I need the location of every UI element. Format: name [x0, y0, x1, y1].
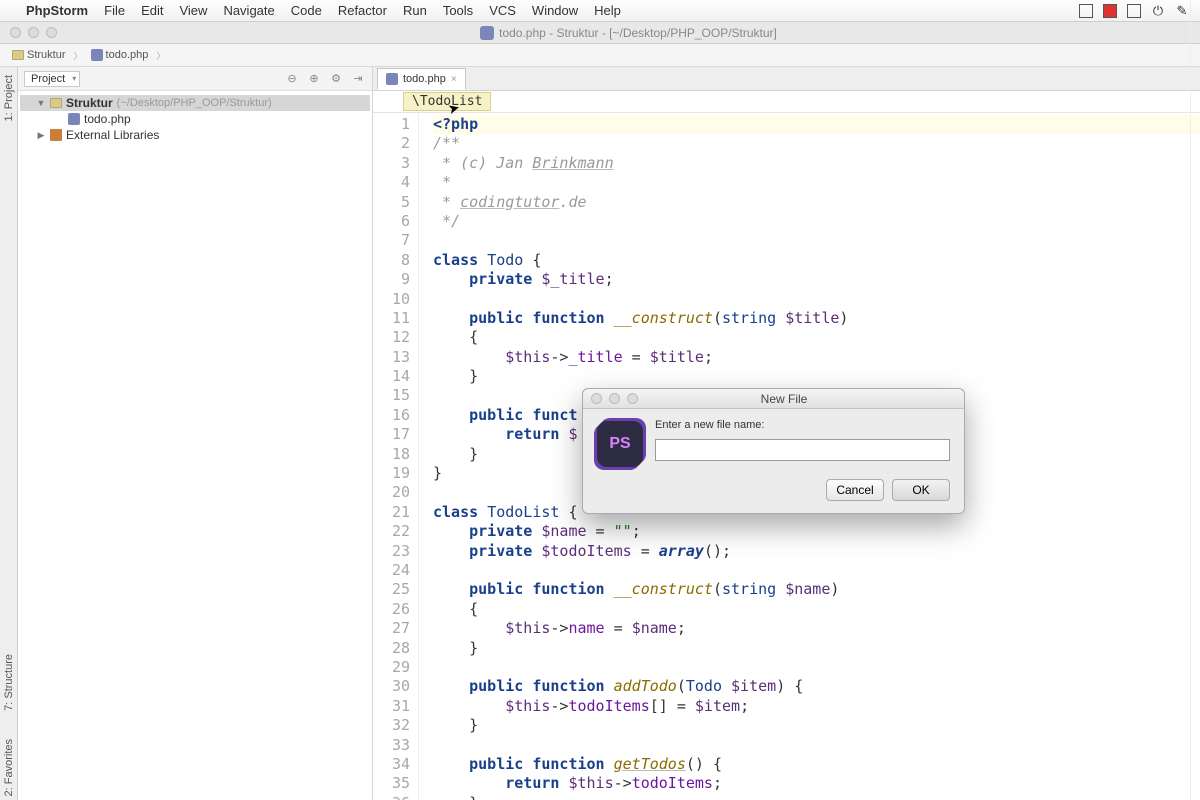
breadcrumb-root[interactable]: Struktur [8, 48, 70, 62]
menubar-tray: ⏻ ✎ [1078, 3, 1190, 19]
chevron-right-icon: 〉 [156, 49, 165, 62]
tray-icon-power[interactable]: ⏻ [1150, 3, 1166, 19]
phpstorm-app-icon: PS [597, 421, 643, 467]
folder-icon [12, 50, 24, 60]
project-view-selector[interactable]: Project [24, 71, 80, 87]
tool-tab-structure[interactable]: 7: Structure [2, 650, 16, 715]
menu-edit[interactable]: Edit [141, 3, 163, 18]
dialog-title: New File [638, 392, 964, 406]
editor-breadcrumb: \TodoList [373, 91, 1200, 113]
close-window-icon[interactable] [10, 27, 21, 38]
dialog-minimize-icon [609, 393, 620, 404]
php-file-icon [480, 26, 494, 40]
tree-root-label: Struktur [66, 96, 113, 110]
menu-navigate[interactable]: Navigate [223, 3, 274, 18]
app-name[interactable]: PhpStorm [26, 3, 88, 18]
tree-lib-label: External Libraries [66, 128, 159, 142]
project-tool-window: Project ⊖ ⊕ ⚙ ⇥ ▼ Struktur (~/Desktop/PH… [18, 67, 373, 800]
line-number-gutter: 1234567891011121314151617181920212223242… [373, 113, 419, 800]
php-file-icon [91, 49, 103, 61]
tool-tab-favorites[interactable]: 2: Favorites [2, 735, 16, 800]
zoom-window-icon[interactable] [46, 27, 57, 38]
error-stripe[interactable] [1190, 113, 1200, 800]
menu-tools[interactable]: Tools [443, 3, 473, 18]
tray-icon-evernote[interactable]: ✎ [1174, 3, 1190, 19]
tree-external-libraries[interactable]: ▶ External Libraries [20, 127, 370, 143]
chevron-right-icon: 〉 [74, 49, 83, 62]
dialog-close-icon[interactable] [591, 393, 602, 404]
folder-icon [50, 98, 62, 108]
minimize-window-icon[interactable] [28, 27, 39, 38]
tray-icon-3[interactable] [1126, 3, 1142, 19]
php-file-icon [386, 73, 398, 85]
menu-run[interactable]: Run [403, 3, 427, 18]
new-file-dialog: New File PS Enter a new file name: Cance… [582, 388, 965, 514]
menu-refactor[interactable]: Refactor [338, 3, 387, 18]
tree-file[interactable]: todo.php [20, 111, 370, 127]
window-titlebar: todo.php - Struktur - [~/Desktop/PHP_OOP… [0, 22, 1200, 44]
hide-icon[interactable]: ⇥ [350, 71, 366, 87]
filename-input[interactable] [655, 439, 950, 461]
gear-icon[interactable]: ⚙ [328, 71, 344, 87]
traffic-lights [0, 27, 57, 38]
dialog-titlebar[interactable]: New File [583, 389, 964, 409]
dialog-zoom-icon [627, 393, 638, 404]
editor-tab-label: todo.php [403, 73, 446, 85]
close-tab-icon[interactable]: × [451, 74, 457, 85]
disclosure-triangle-icon[interactable]: ▶ [36, 130, 46, 141]
menu-help[interactable]: Help [594, 3, 621, 18]
nav-breadcrumb: Struktur 〉 todo.php 〉 [0, 44, 1200, 67]
window-title-text: todo.php - Struktur - [~/Desktop/PHP_OOP… [499, 26, 777, 40]
cancel-button[interactable]: Cancel [826, 479, 884, 501]
menu-file[interactable]: File [104, 3, 125, 18]
menu-code[interactable]: Code [291, 3, 322, 18]
ok-button[interactable]: OK [892, 479, 950, 501]
breadcrumb-root-label: Struktur [27, 49, 66, 61]
breadcrumb-file-label: todo.php [106, 49, 149, 61]
project-tree[interactable]: ▼ Struktur (~/Desktop/PHP_OOP/Struktur) … [18, 91, 372, 147]
tool-tab-project[interactable]: 1: Project [2, 71, 16, 125]
left-tool-stripe: 1: Project 7: Structure 2: Favorites [0, 67, 18, 800]
tray-icon-2[interactable] [1102, 3, 1118, 19]
menu-vcs: VCS [489, 3, 516, 18]
library-icon [50, 129, 62, 141]
menu-view[interactable]: View [179, 3, 207, 18]
collapse-all-icon[interactable]: ⊖ [284, 71, 300, 87]
dialog-label: Enter a new file name: [655, 419, 950, 431]
editor-crumb-class[interactable]: \TodoList [403, 92, 491, 111]
menu-window[interactable]: Window [532, 3, 578, 18]
fold-gutter[interactable] [419, 113, 429, 800]
macos-menubar: PhpStorm File Edit View Navigate Code Re… [0, 0, 1200, 22]
php-file-icon [68, 113, 80, 125]
project-tool-header: Project ⊖ ⊕ ⚙ ⇥ [18, 67, 372, 91]
tree-file-label: todo.php [84, 112, 131, 126]
tree-root[interactable]: ▼ Struktur (~/Desktop/PHP_OOP/Struktur) [20, 95, 370, 111]
target-icon[interactable]: ⊕ [306, 71, 322, 87]
editor-tab-todo[interactable]: todo.php × [377, 68, 466, 90]
disclosure-triangle-icon[interactable]: ▼ [36, 98, 46, 108]
tray-icon-1[interactable] [1078, 3, 1094, 19]
window-title: todo.php - Struktur - [~/Desktop/PHP_OOP… [57, 26, 1200, 40]
breadcrumb-file[interactable]: todo.php [87, 48, 153, 62]
editor-tabs: todo.php × [373, 67, 1200, 91]
tree-root-path: (~/Desktop/PHP_OOP/Struktur) [117, 97, 272, 109]
